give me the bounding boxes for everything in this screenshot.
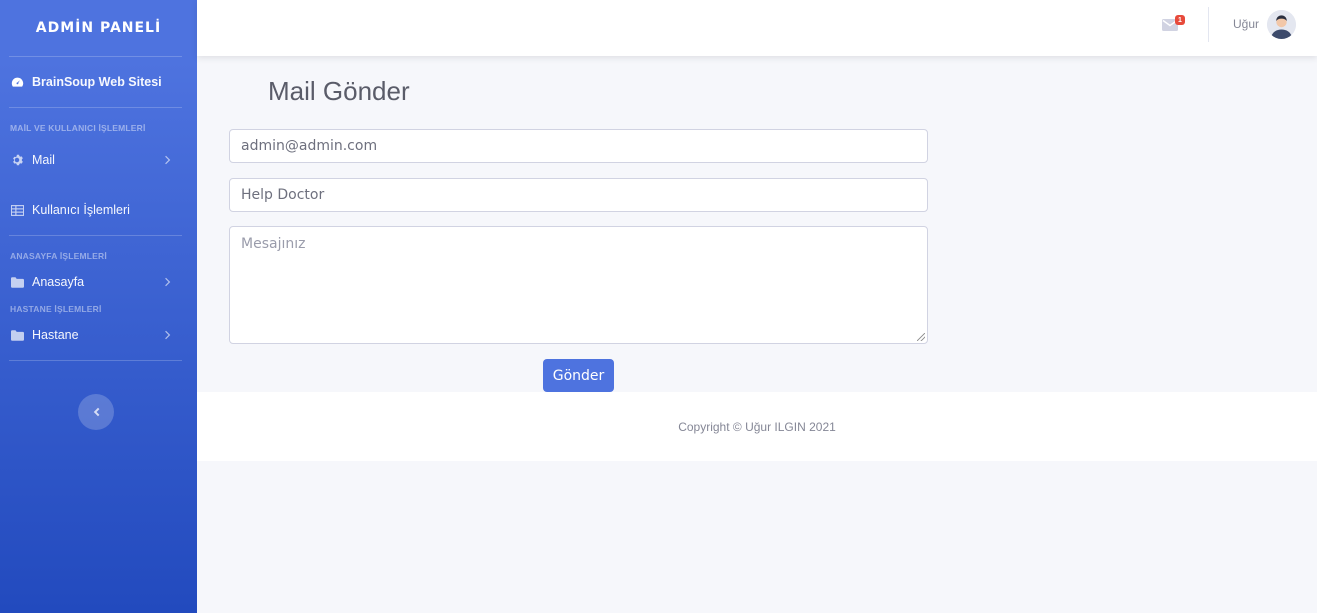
footer: Copyright © Uğur ILGIN 2021 bbox=[197, 392, 1317, 461]
messages-badge: 1 bbox=[1175, 15, 1185, 25]
sidebar-item-hospital[interactable]: Hastane bbox=[0, 314, 197, 356]
sidebar-item-label: BrainSoup Web Sitesi bbox=[32, 75, 162, 89]
sidebar-item-label: Hastane bbox=[32, 328, 79, 342]
sidebar-heading-hospital: HASTANE İŞLEMLERİ bbox=[10, 304, 102, 314]
resize-handle-icon[interactable] bbox=[917, 333, 925, 341]
subject-field[interactable]: Help Doctor bbox=[229, 178, 928, 212]
user-name[interactable]: Uğur bbox=[1233, 17, 1259, 31]
chevron-left-icon bbox=[93, 407, 102, 417]
sidebar-item-label: Kullanıcı İşlemleri bbox=[32, 203, 130, 217]
sidebar-divider bbox=[9, 360, 182, 361]
sidebar-item-label: Anasayfa bbox=[32, 275, 85, 289]
folder-icon bbox=[10, 275, 24, 289]
message-textarea[interactable]: Mesajınız bbox=[229, 226, 928, 344]
avatar[interactable] bbox=[1267, 10, 1296, 39]
message-placeholder: Mesajınız bbox=[241, 236, 306, 252]
sidebar-item-mail[interactable]: Mail bbox=[0, 135, 197, 185]
chevron-right-icon bbox=[161, 155, 171, 165]
chevron-right-icon bbox=[161, 277, 171, 287]
folder-icon bbox=[10, 328, 24, 342]
topbar-divider bbox=[1208, 7, 1209, 42]
sidebar: ADMİN PANELİ BrainSoup Web Sitesi MAİL V… bbox=[0, 0, 197, 613]
email-field[interactable]: admin@admin.com bbox=[229, 129, 928, 163]
page-title: Mail Gönder bbox=[268, 76, 410, 106]
table-icon bbox=[10, 203, 24, 217]
send-button[interactable]: Gönder bbox=[543, 359, 614, 392]
topbar: 1 Uğur bbox=[197, 0, 1317, 56]
cog-icon bbox=[10, 153, 24, 167]
sidebar-item-homepage[interactable]: Anasayfa bbox=[0, 261, 197, 303]
sidebar-item-website[interactable]: BrainSoup Web Sitesi bbox=[0, 57, 197, 107]
sidebar-item-users[interactable]: Kullanıcı İşlemleri bbox=[0, 185, 197, 235]
tachometer-icon bbox=[10, 75, 24, 89]
sidebar-brand[interactable]: ADMİN PANELİ bbox=[0, 0, 197, 56]
copyright-text: Copyright © Uğur ILGIN 2021 bbox=[678, 419, 836, 434]
chevron-right-icon bbox=[161, 330, 171, 340]
sidebar-item-label: Mail bbox=[32, 153, 55, 167]
sidebar-heading-mail-users: MAİL VE KULLANICI İŞLEMLERİ bbox=[10, 123, 146, 133]
sidebar-toggle-button[interactable] bbox=[78, 394, 114, 430]
sidebar-heading-homepage: ANASAYFA İŞLEMLERİ bbox=[10, 251, 107, 261]
